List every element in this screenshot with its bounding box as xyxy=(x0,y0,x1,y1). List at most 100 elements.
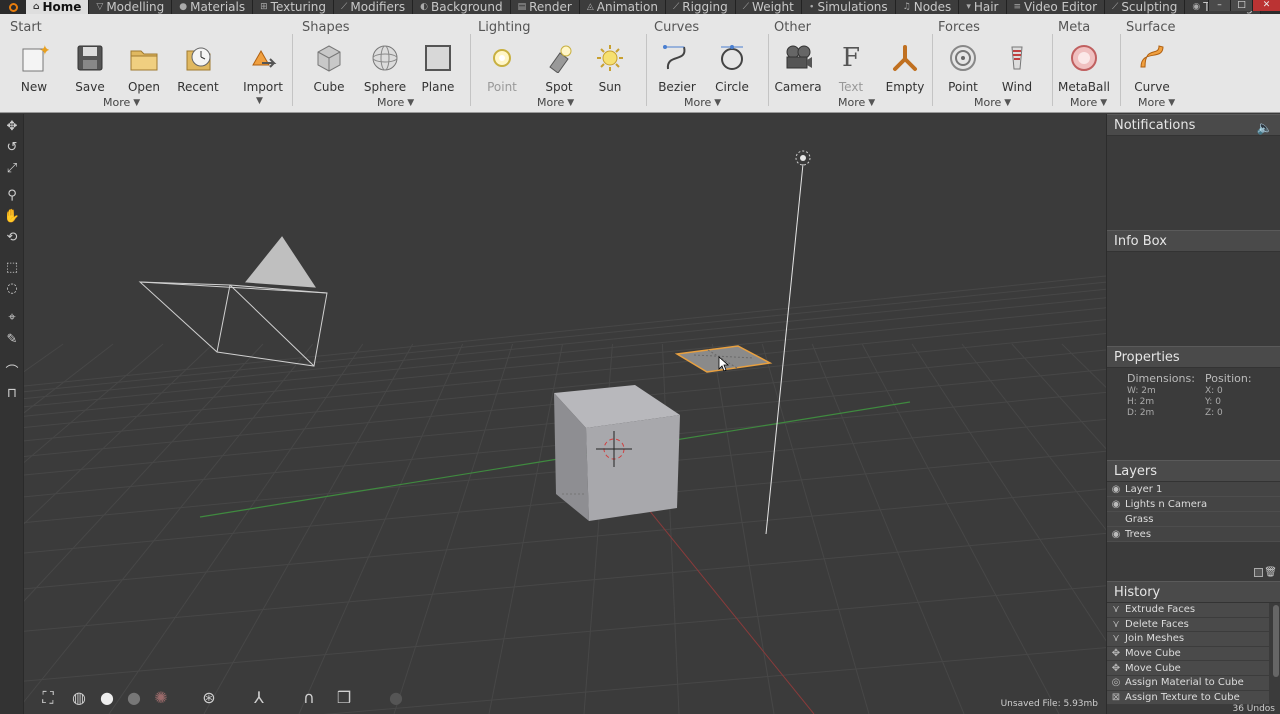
other-more-button[interactable]: More ▼ xyxy=(838,96,875,109)
tab-weight[interactable]: ⟋ Weight xyxy=(735,0,802,14)
viewport-frame-icon[interactable]: ⛶ xyxy=(38,688,58,708)
eye-icon[interactable]: ◉ xyxy=(1107,499,1125,510)
box-select-icon[interactable]: ⬚ xyxy=(3,260,21,276)
meta-more-button[interactable]: More ▼ xyxy=(1070,96,1107,109)
text-button[interactable]: F Text xyxy=(824,42,878,94)
minimize-button[interactable]: – xyxy=(1208,0,1230,11)
bezier-button[interactable]: Bezier xyxy=(650,42,704,94)
point-light-button[interactable]: Point xyxy=(475,42,529,94)
start-more-button[interactable]: More ▼ xyxy=(103,96,140,109)
tab-home[interactable]: ⌂ Home xyxy=(26,0,90,14)
spot-light-button[interactable]: Spot xyxy=(532,42,586,94)
rotate-tool-icon[interactable]: ↺ xyxy=(3,140,21,156)
tab-rigging[interactable]: ⟋ Rigging xyxy=(665,0,736,14)
force-point-button[interactable]: Point xyxy=(936,42,990,94)
history-row[interactable]: ⋎ Join Meshes xyxy=(1107,632,1269,647)
camera-button[interactable]: Camera xyxy=(771,42,825,94)
tab-background[interactable]: ◐ Background xyxy=(413,0,511,14)
lighting-more-button[interactable]: More ▼ xyxy=(537,96,574,109)
layer-row[interactable]: ◉ Layer 1 xyxy=(1107,482,1280,497)
annotate-pencil-icon[interactable]: ✎ xyxy=(3,332,21,348)
history-row[interactable]: ⊠ Assign Texture to Cube xyxy=(1107,690,1269,706)
app-logo-icon[interactable] xyxy=(0,0,26,14)
new-button[interactable]: ✦ New xyxy=(7,42,61,94)
snap-magnet-icon[interactable]: ∩ xyxy=(299,688,319,708)
eye-icon[interactable]: ◉ xyxy=(1107,529,1125,540)
tab-label: Rigging xyxy=(682,0,728,14)
history-header[interactable]: History xyxy=(1107,581,1280,603)
orbit-tool-icon[interactable]: ⟲ xyxy=(3,230,21,246)
material-shading-icon[interactable]: ● xyxy=(124,688,144,708)
properties-header[interactable]: Properties xyxy=(1107,346,1280,368)
history-row[interactable]: ⋎ Delete Faces xyxy=(1107,617,1269,633)
layer-row[interactable]: ◉ Lights n Camera xyxy=(1107,497,1280,512)
recent-button[interactable]: Recent xyxy=(171,42,225,94)
import-button[interactable]: Import xyxy=(236,42,290,94)
render-shading-icon[interactable]: ✺ xyxy=(151,688,171,708)
import-dropdown-button[interactable]: ▼ xyxy=(256,96,263,106)
sphere-button[interactable]: Sphere xyxy=(358,42,412,94)
history-row[interactable]: ✥ Move Cube xyxy=(1107,661,1269,676)
grid-line xyxy=(488,343,564,714)
restore-button[interactable]: □ xyxy=(1230,0,1252,11)
wind-button[interactable]: Wind xyxy=(990,42,1044,94)
tab-hair[interactable]: ▾ Hair xyxy=(959,0,1007,14)
surface-curve-icon xyxy=(1136,42,1168,74)
forces-more-button[interactable]: More ▼ xyxy=(974,96,1011,109)
cursor-3d-icon[interactable]: ⌖ xyxy=(3,310,21,326)
plane-button[interactable]: Plane xyxy=(411,42,465,94)
lasso-select-icon[interactable]: ◌ xyxy=(3,281,21,297)
tab-modifiers[interactable]: ⟋ Modifiers xyxy=(334,0,414,14)
delete-layer-icon[interactable]: 🗑 xyxy=(1264,567,1277,578)
tab-texturing[interactable]: ⊞ Texturing xyxy=(253,0,335,14)
close-button[interactable]: ✕ xyxy=(1252,0,1280,11)
pivot-point-icon[interactable]: ⊛ xyxy=(199,688,219,708)
surface-more-button[interactable]: More ▼ xyxy=(1138,96,1175,109)
empty-button[interactable]: Empty xyxy=(878,42,932,94)
eye-icon[interactable]: ◉ xyxy=(1107,484,1125,495)
layer-row[interactable]: ◉ Trees xyxy=(1107,527,1280,542)
arc-tool-icon[interactable]: ⌒ xyxy=(3,365,21,381)
tab-modelling[interactable]: ▽ Modelling xyxy=(89,0,173,14)
tab-nodes[interactable]: ♫ Nodes xyxy=(895,0,960,14)
surface-curve-button[interactable]: Curve xyxy=(1125,42,1179,94)
solid-shading-icon[interactable]: ● xyxy=(97,688,117,708)
tab-sculpting[interactable]: ⟋ Sculpting xyxy=(1105,0,1186,14)
sun-button[interactable]: Sun xyxy=(583,42,637,94)
layers-section: Layers ◉ Layer 1 ◉ Lights n Camera Grass ◉ Tre… xyxy=(1107,460,1280,581)
transform-orientation-icon[interactable]: ⅄ xyxy=(249,688,269,708)
3d-viewport[interactable]: ⛶ ◍ ● ● ✺ ⊛ ⅄ ∩ ❒ ● Unsaved File: 5.93mb xyxy=(24,114,1106,714)
pan-hand-icon[interactable]: ✋ xyxy=(3,209,21,225)
history-scrollbar[interactable] xyxy=(1273,605,1279,677)
history-row[interactable]: ⋎ Extrude Faces xyxy=(1107,603,1269,618)
add-layer-icon[interactable] xyxy=(1254,568,1263,577)
proportional-edit-icon[interactable]: ● xyxy=(386,688,406,708)
cube-button[interactable]: Cube xyxy=(302,42,356,94)
circle-curve-button[interactable]: Circle xyxy=(705,42,759,94)
tab-video-editor[interactable]: ≡ Video Editor xyxy=(1006,0,1105,14)
curves-more-button[interactable]: More ▼ xyxy=(684,96,721,109)
shapes-more-button[interactable]: More ▼ xyxy=(377,96,414,109)
notifications-header[interactable]: Notifications 🔈 xyxy=(1107,114,1280,136)
metaball-button[interactable]: MetaBall xyxy=(1057,42,1111,94)
tab-animation[interactable]: ◬ Animation xyxy=(579,0,666,14)
open-button[interactable]: Open xyxy=(117,42,171,94)
scale-tool-icon[interactable]: ⤢ xyxy=(3,161,21,177)
info-box-header[interactable]: Info Box xyxy=(1107,230,1280,252)
bracket-tool-icon[interactable]: ⊓ xyxy=(3,386,21,402)
history-row[interactable]: ✥ Move Cube xyxy=(1107,646,1269,662)
window-controls: – □ ✕ xyxy=(1208,0,1280,11)
speaker-icon[interactable]: 🔈 xyxy=(1257,118,1273,140)
tab-simulations[interactable]: ∙ Simulations xyxy=(801,0,896,14)
view-cube-icon[interactable]: ❒ xyxy=(334,688,354,708)
history-row[interactable]: ◎ Assign Material to Cube xyxy=(1107,675,1269,691)
save-button[interactable]: Save xyxy=(63,42,117,94)
viewport-scene[interactable] xyxy=(24,114,1106,714)
tab-render[interactable]: ▤ Render xyxy=(510,0,580,14)
layer-row[interactable]: Grass xyxy=(1107,512,1280,527)
tab-materials[interactable]: ● Materials xyxy=(172,0,254,14)
wireframe-shading-icon[interactable]: ◍ xyxy=(69,688,89,708)
layers-header[interactable]: Layers xyxy=(1107,460,1280,482)
zoom-tool-icon[interactable]: ⚲ xyxy=(3,188,21,204)
move-tool-icon[interactable]: ✥ xyxy=(3,119,21,135)
